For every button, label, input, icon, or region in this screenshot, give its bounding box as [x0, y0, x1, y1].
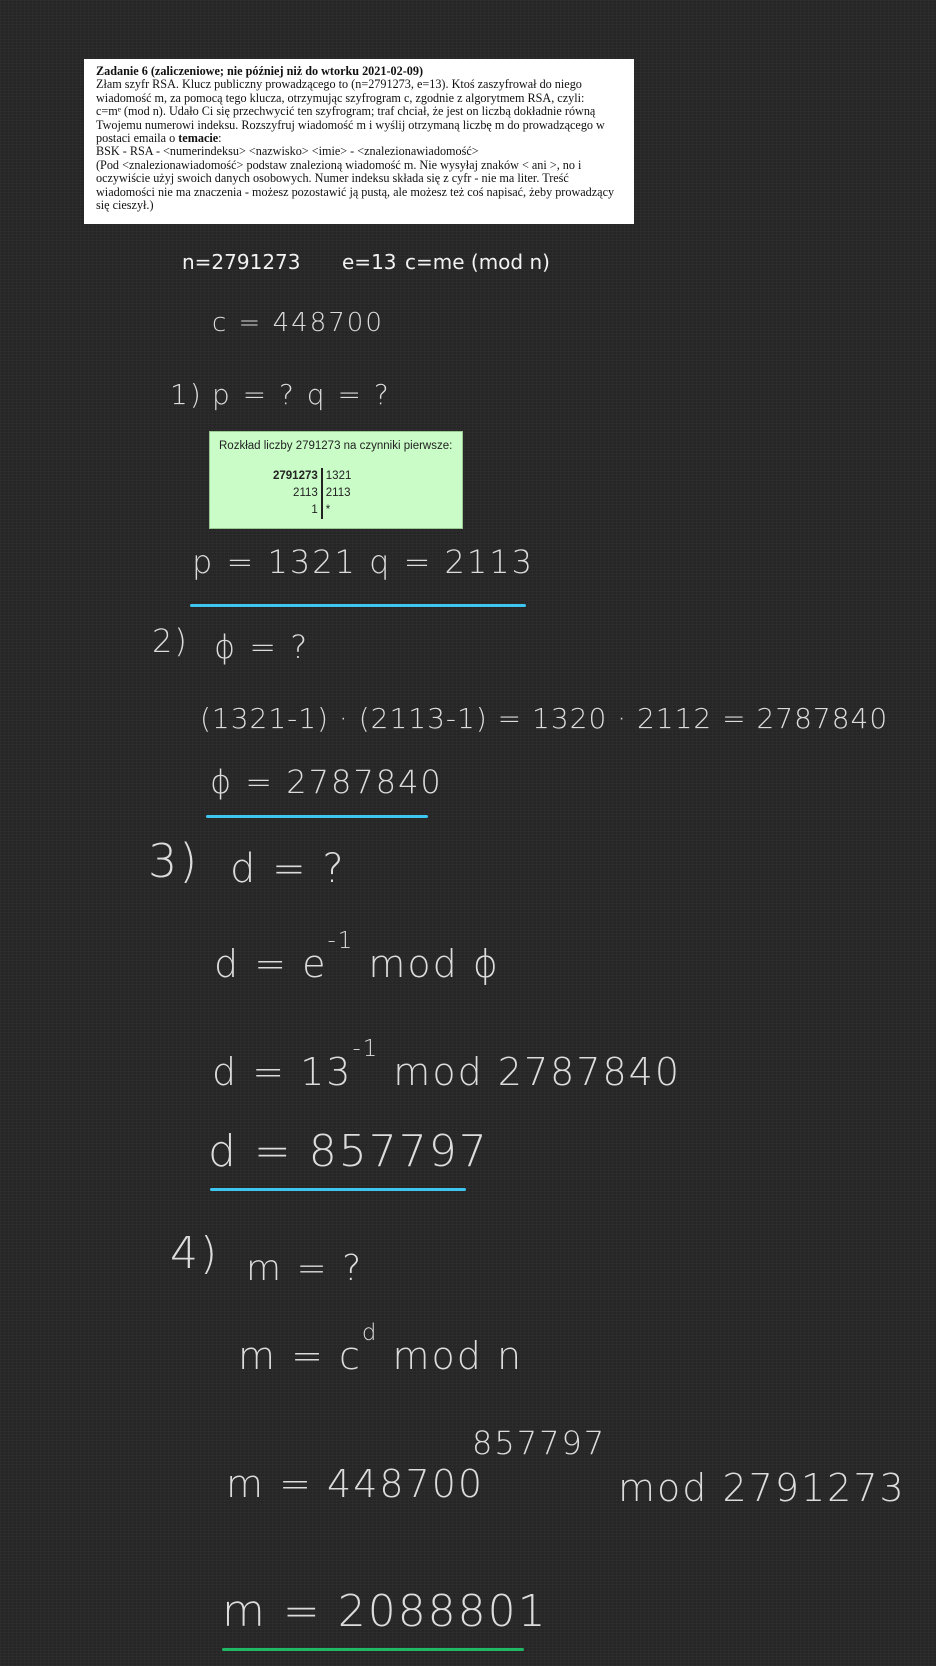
task-line-3: c=mᵉ (mod n). Udało Ci się przechwycić t…	[96, 104, 596, 119]
factor-divisor: 1321	[325, 470, 352, 482]
step4-result: m = 2088801	[222, 1586, 548, 1637]
step4-calc-tail: mod 2791273	[618, 1466, 906, 1510]
step2-calc: (1321-1) · (2113-1) = 1320 · 2112 = 2787…	[200, 702, 889, 735]
task-line-6: BSK - RSA - <numerindeksu> <nazwisko> <i…	[96, 144, 479, 159]
task-line-8: oczywiście użyj swoich danych osobowych.…	[96, 171, 569, 186]
step3-label: 3)	[148, 834, 200, 888]
step3-calc-tail: mod 2787840	[379, 1050, 682, 1094]
factor-row: 2791273 1321	[270, 468, 354, 485]
task-line-5-bold: temacie	[178, 131, 219, 146]
task-line-5: postaci emaila o temacie:	[96, 131, 622, 146]
factorization-box: Rozkład liczby 2791273 na czynniki pierw…	[209, 431, 463, 529]
step1-result-underline	[190, 604, 526, 607]
step4-label: 4)	[170, 1228, 220, 1279]
step4-result-underline	[222, 1648, 524, 1651]
given-n: n=2791273	[182, 250, 301, 274]
task-line-5-colon: :	[218, 131, 222, 146]
factorization-table: 2791273 1321 2113 2113 1 *	[270, 468, 354, 519]
step3-formula-exponent: -1	[327, 928, 355, 954]
step4-formula-exponent: d	[361, 1320, 379, 1346]
task-line-2: wiadomość m, za pomocą tego klucza, otrz…	[96, 90, 585, 105]
step3-calc: d = 13-1 mod 2787840	[212, 1036, 682, 1094]
factor-dividend: 1	[270, 502, 323, 519]
step3-formula-base: d = e	[214, 942, 328, 986]
step4-calc-exponent: 857797	[472, 1424, 607, 1462]
step3-calc-exponent: -1	[352, 1036, 380, 1062]
task-line-4: Twojemu numerowi indeksu. Rozszyfruj wia…	[96, 117, 605, 132]
factor-divisor: *	[325, 504, 331, 516]
step3-formula: d = e-1 mod ϕ	[214, 928, 500, 986]
task-line-10: się cieszył.)	[96, 198, 154, 213]
factor-dividend: 2791273	[270, 468, 323, 485]
step3-formula-tail: mod ϕ	[354, 942, 500, 986]
c-value: c = 448700	[212, 308, 384, 338]
given-c-formula: c=me (mod n)	[405, 250, 550, 274]
task-line-9: wiadomości nie ma znaczenia - możesz poz…	[96, 184, 615, 199]
step3-question: d = ?	[230, 846, 346, 892]
step1-result: p = 1321 q = 2113	[192, 543, 534, 581]
step2-result-underline	[206, 815, 428, 818]
task-line-7: (Pod <znalezionawiadomość> podstaw znale…	[96, 157, 582, 172]
step3-result-underline	[210, 1188, 466, 1191]
factor-dividend: 2113	[270, 485, 323, 502]
given-e: e=13	[342, 250, 397, 274]
step2-result: ϕ = 2787840	[210, 763, 443, 801]
step1-question: p = ? q = ?	[212, 378, 391, 411]
step3-result: d = 857797	[208, 1126, 489, 1177]
task-heading: Zadanie 6 (zaliczeniowe; nie później niż…	[96, 64, 424, 78]
step4-formula-base: m = c	[238, 1334, 362, 1378]
task-line-1: Złam szyfr RSA. Klucz publiczny prowadzą…	[96, 77, 582, 92]
step4-calc-base: m = 448700	[226, 1462, 485, 1506]
task-statement: Zadanie 6 (zaliczeniowe; nie później niż…	[84, 59, 634, 224]
factor-row: 1 *	[270, 502, 354, 519]
step4-formula-tail: mod n	[378, 1334, 524, 1378]
factor-divisor: 2113	[325, 487, 351, 499]
factor-row: 2113 2113	[270, 485, 354, 502]
step4-formula: m = cd mod n	[238, 1320, 524, 1378]
factorization-title: Rozkład liczby 2791273 na czynniki pierw…	[219, 440, 453, 452]
task-line-5-text: postaci emaila o	[96, 131, 179, 146]
step1-label: 1)	[170, 378, 203, 411]
step3-calc-base: d = 13	[212, 1050, 353, 1094]
step2-label: 2)	[152, 622, 189, 660]
step4-question: m = ?	[246, 1248, 364, 1289]
step2-question: ϕ = ?	[214, 628, 310, 666]
